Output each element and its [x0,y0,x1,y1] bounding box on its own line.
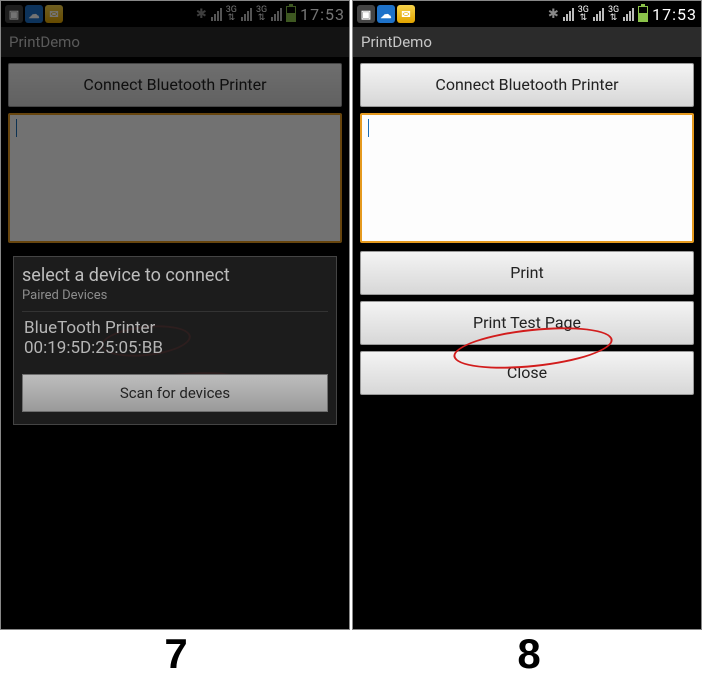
app-title-bar: PrintDemo [1,27,349,57]
gallery-icon: ▣ [357,5,375,23]
figure-label-right: 8 [353,630,706,678]
device-name: BlueTooth Printer [24,318,326,338]
dialog-title: select a device to connect [22,265,328,286]
status-bar: ▣ ☁ ✉ ✱ 3G⇅ 3G⇅ 17:53 [353,1,701,27]
device-select-dialog: select a device to connect Paired Device… [13,256,337,425]
bluetooth-icon: ✱ [196,7,207,22]
figure-label-left: 7 [0,630,353,678]
text-input[interactable] [8,113,342,243]
status-bar: ▣ ☁ ✉ ✱ 3G⇅ 3G⇅ 17:53 [1,1,349,27]
dialog-subtitle: Paired Devices [22,288,328,303]
wifi-icon [563,8,574,21]
wifi-icon [211,8,222,21]
cloud-icon: ☁ [377,5,395,23]
phone-screen-7: ▣ ☁ ✉ ✱ 3G⇅ 3G⇅ 17:53 Print [0,0,350,630]
phone-screen-8: ▣ ☁ ✉ ✱ 3G⇅ 3G⇅ 17:53 Print [352,0,702,630]
cloud-icon: ☁ [25,5,43,23]
signal-3g-2: 3G⇅ [608,6,634,22]
battery-icon [638,6,648,22]
figure-labels: 7 8 [0,630,706,678]
status-clock: 17:53 [300,5,345,24]
connect-bluetooth-button[interactable]: Connect Bluetooth Printer [360,63,694,107]
paired-device-item[interactable]: BlueTooth Printer 00:19:5D:25:05:BB [22,311,328,368]
battery-icon [286,6,296,22]
print-test-page-button[interactable]: Print Test Page [360,301,694,345]
app-title: PrintDemo [9,33,80,51]
text-input[interactable] [360,113,694,243]
gallery-icon: ▣ [5,5,23,23]
scan-for-devices-button[interactable]: Scan for devices [22,374,328,412]
close-button[interactable]: Close [360,351,694,395]
signal-3g-2: 3G⇅ [256,6,282,22]
device-mac: 00:19:5D:25:05:BB [24,338,326,358]
mail-icon: ✉ [45,5,63,23]
status-clock: 17:53 [652,5,697,24]
mail-icon: ✉ [397,5,415,23]
connect-bluetooth-button[interactable]: Connect Bluetooth Printer [8,63,342,107]
app-title: PrintDemo [361,33,432,51]
print-button[interactable]: Print [360,251,694,295]
signal-3g-1: 3G⇅ [578,6,604,22]
signal-3g-1: 3G⇅ [226,6,252,22]
app-title-bar: PrintDemo [353,27,701,57]
bluetooth-icon: ✱ [548,7,559,22]
